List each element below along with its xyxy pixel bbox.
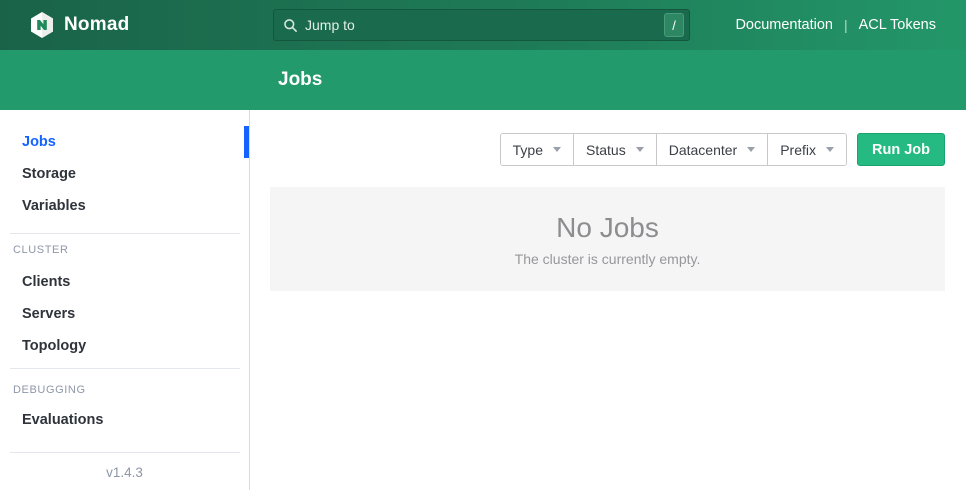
empty-state-title: No Jobs [556,212,659,244]
filter-label: Status [586,142,626,158]
topnav-links: Documentation | ACL Tokens [735,0,936,50]
acl-tokens-link[interactable]: ACL Tokens [859,17,936,33]
active-indicator [244,126,249,158]
nomad-home-link[interactable]: Nomad [30,12,129,38]
slash-shortcut-badge: / [664,13,684,37]
chevron-down-icon [747,147,755,152]
sidebar-item-label: Evaluations [22,412,103,428]
sidebar-item-storage[interactable]: Storage [0,158,249,190]
sidebar: Jobs Storage Variables CLUSTER Clients S… [0,110,250,490]
filter-type-dropdown[interactable]: Type [501,134,573,165]
chevron-down-icon [553,147,561,152]
sidebar-item-jobs[interactable]: Jobs [0,126,249,158]
filter-prefix-dropdown[interactable]: Prefix [767,134,846,165]
sidebar-item-clients[interactable]: Clients [0,266,249,298]
search-icon [283,18,298,33]
filter-label: Type [513,142,543,158]
run-job-button[interactable]: Run Job [857,133,945,166]
subnav-bar: Jobs [0,50,966,110]
nomad-logo-icon [30,12,54,38]
empty-state-message: The cluster is currently empty. [515,251,701,267]
sidebar-item-variables[interactable]: Variables [0,190,249,222]
filter-group: Type Status Datacenter Prefix [500,133,847,166]
sidebar-item-servers[interactable]: Servers [0,298,249,330]
filter-datacenter-dropdown[interactable]: Datacenter [656,134,767,165]
sidebar-item-label: Jobs [22,134,56,150]
version-label: v1.4.3 [0,457,249,489]
chevron-down-icon [636,147,644,152]
filter-label: Prefix [780,142,816,158]
empty-state: No Jobs The cluster is currently empty. [270,187,945,291]
sidebar-divider [10,452,240,453]
filter-status-dropdown[interactable]: Status [573,134,656,165]
nomad-app: Nomad / Documentation | ACL Tokens Jobs … [0,0,966,490]
sidebar-item-label: Variables [22,198,86,214]
filter-label: Datacenter [669,142,737,158]
sidebar-item-evaluations[interactable]: Evaluations [0,404,249,436]
sidebar-divider [10,233,240,234]
search-input[interactable] [305,17,664,33]
sidebar-item-label: Topology [22,338,86,354]
sidebar-item-topology[interactable]: Topology [0,330,249,362]
sidebar-divider [10,368,240,369]
section-label-cluster: CLUSTER [13,242,249,258]
documentation-link[interactable]: Documentation [735,17,833,33]
breadcrumb-jobs[interactable]: Jobs [278,50,322,110]
top-navbar: Nomad / Documentation | ACL Tokens [0,0,966,50]
sidebar-item-label: Clients [22,274,70,290]
brand-name: Nomad [64,14,129,36]
section-label-debugging: DEBUGGING [13,382,249,398]
jobs-toolbar: Type Status Datacenter Prefix Run Job [500,133,945,166]
sidebar-item-label: Servers [22,306,75,322]
links-separator: | [844,17,848,33]
sidebar-item-label: Storage [22,166,76,182]
chevron-down-icon [826,147,834,152]
jump-to-search[interactable]: / [273,9,690,41]
